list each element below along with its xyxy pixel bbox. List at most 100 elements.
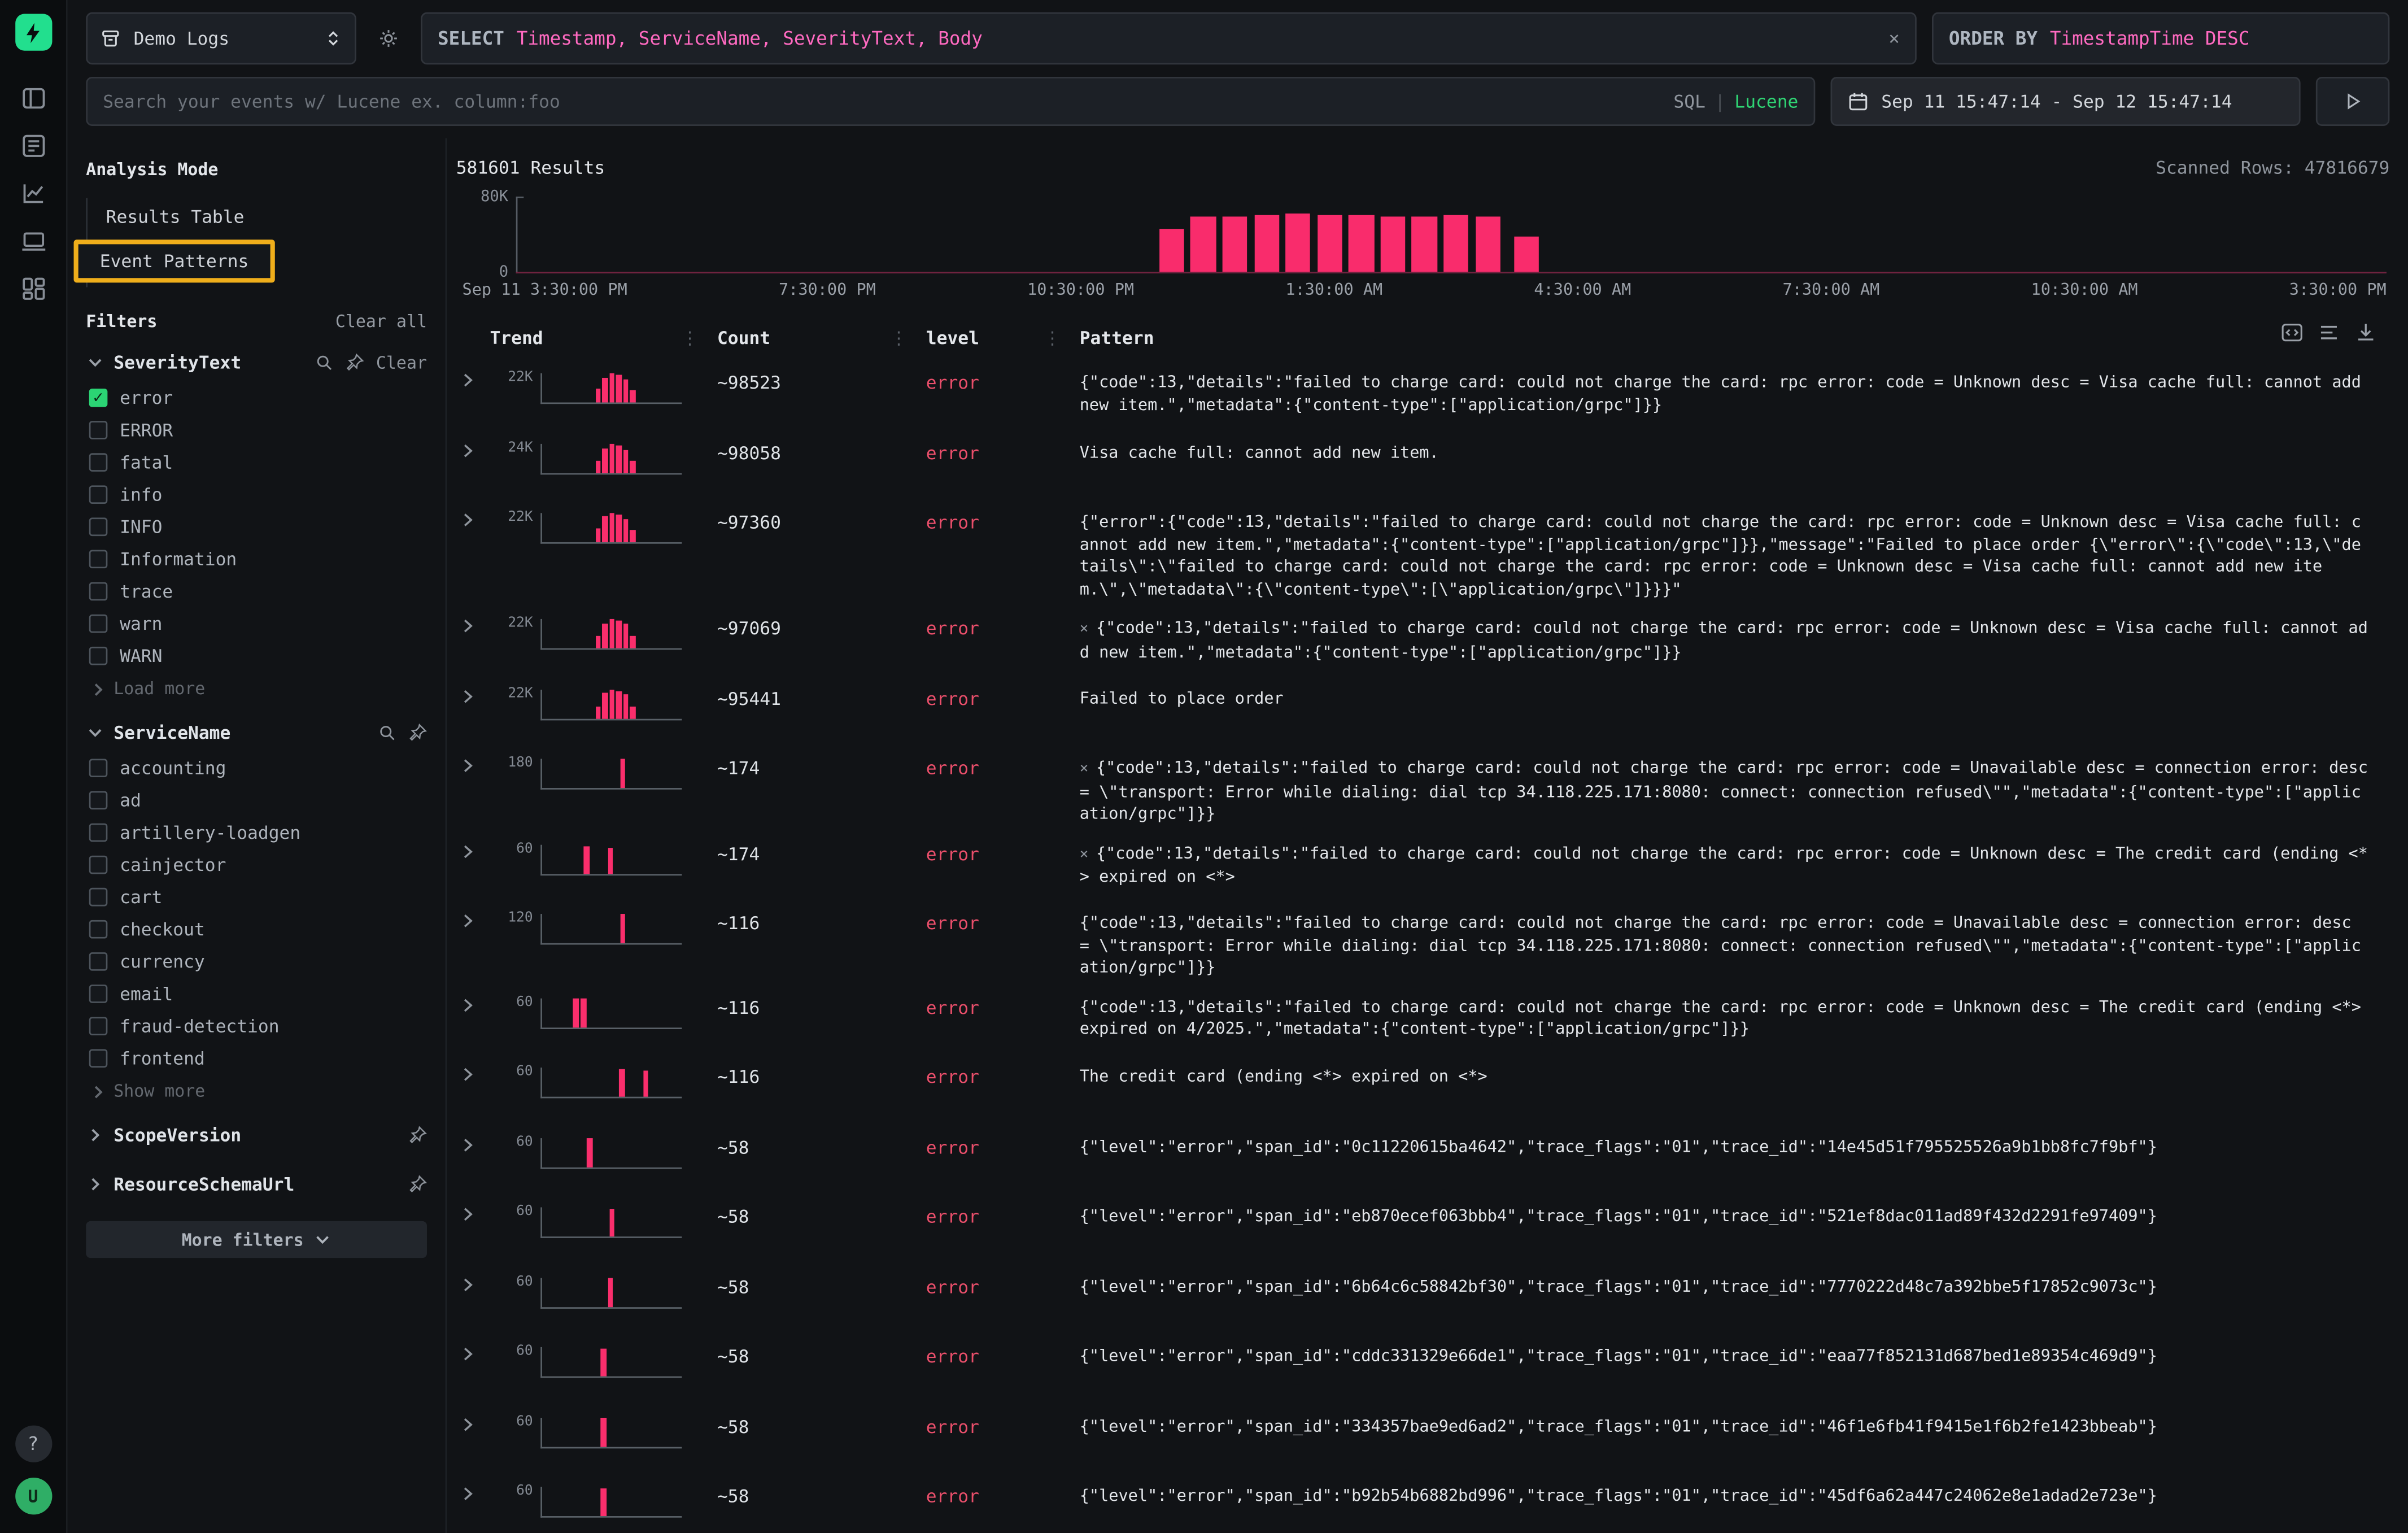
checkbox-frontend[interactable]	[89, 1048, 108, 1067]
filter-option[interactable]: fatal	[86, 446, 427, 478]
query-language-toggle[interactable]: SQL | Lucene	[1673, 90, 1798, 112]
help-button[interactable]: ?	[15, 1426, 51, 1462]
pattern-text[interactable]: {"level":"error","span_id":"334357bae9ed…	[1080, 1412, 2378, 1438]
pattern-text[interactable]: {"code":13,"details":"failed to charge c…	[1080, 993, 2378, 1040]
filter-option[interactable]: cainjector	[86, 848, 427, 880]
pattern-text[interactable]: {"level":"error","span_id":"b92b54b6882b…	[1080, 1482, 2378, 1508]
app-logo[interactable]	[15, 14, 51, 50]
column-header-count[interactable]: Count⋮	[717, 327, 926, 349]
histogram-bar[interactable]	[1380, 216, 1405, 272]
checkbox-info[interactable]	[89, 485, 108, 503]
histogram-bar[interactable]	[1514, 236, 1539, 272]
checkbox-ad[interactable]	[89, 790, 108, 809]
checkbox-accounting[interactable]	[89, 758, 108, 777]
search-icon[interactable]	[315, 353, 333, 372]
pin-icon[interactable]	[346, 353, 364, 372]
pattern-text[interactable]: ×{"code":13,"details":"failed to charge …	[1080, 839, 2378, 889]
monitor-icon[interactable]	[19, 227, 47, 255]
dashboards-icon[interactable]	[19, 275, 47, 303]
row-expand-chevron[interactable]	[459, 1343, 490, 1367]
row-expand-chevron[interactable]	[459, 615, 490, 639]
filter-option[interactable]: ✓error	[86, 381, 427, 413]
dismiss-x-icon[interactable]: ×	[1080, 760, 1089, 777]
row-expand-chevron[interactable]	[459, 1273, 490, 1297]
row-expand-chevron[interactable]	[459, 369, 490, 394]
show-more-button[interactable]: Show more	[86, 1074, 427, 1104]
source-select[interactable]: Demo Logs	[86, 12, 356, 64]
checkbox-currency[interactable]	[89, 952, 108, 970]
checkbox-cart[interactable]	[89, 887, 108, 905]
search-input[interactable]	[103, 90, 1673, 112]
dismiss-x-icon[interactable]: ×	[1080, 846, 1089, 863]
download-icon[interactable]	[2354, 321, 2378, 344]
histogram-bar[interactable]	[1317, 215, 1342, 272]
histogram-bar[interactable]	[1475, 216, 1500, 272]
pattern-text[interactable]: {"level":"error","span_id":"0c11220615ba…	[1080, 1133, 2378, 1159]
row-expand-chevron[interactable]	[459, 754, 490, 779]
column-header-trend[interactable]: Trend⋮	[490, 327, 717, 349]
search-icon[interactable]	[378, 724, 396, 742]
filter-group-header[interactable]: ServiceName	[86, 711, 427, 751]
column-menu-icon[interactable]: ⋮	[1044, 327, 1080, 349]
filter-option[interactable]: INFO	[86, 510, 427, 542]
pin-icon[interactable]	[408, 724, 427, 742]
column-header-level[interactable]: level⋮	[926, 327, 1080, 349]
filter-option[interactable]: currency	[86, 944, 427, 977]
sql-select-input[interactable]: SELECT Timestamp, ServiceName, SeverityT…	[421, 12, 1917, 64]
run-query-button[interactable]	[2316, 77, 2390, 126]
histogram-bar[interactable]	[1254, 215, 1279, 272]
checkbox-fraud-detection[interactable]	[89, 1016, 108, 1035]
pattern-text[interactable]: {"error":{"code":13,"details":"failed to…	[1080, 508, 2378, 600]
analysis-mode-event-patterns[interactable]: Event Patterns	[74, 239, 275, 282]
pin-icon[interactable]	[408, 1126, 427, 1144]
pattern-text[interactable]: {"code":13,"details":"failed to charge c…	[1080, 369, 2378, 416]
row-expand-chevron[interactable]	[459, 1133, 490, 1158]
pattern-text[interactable]: Visa cache full: cannot add new item.	[1080, 438, 2378, 464]
order-by-input[interactable]: ORDER BY TimestampTime DESC	[1932, 12, 2389, 64]
column-menu-icon[interactable]: ⋮	[681, 327, 717, 349]
filter-option[interactable]: warn	[86, 607, 427, 639]
checkbox-email[interactable]	[89, 984, 108, 1003]
row-expand-chevron[interactable]	[459, 909, 490, 934]
histogram-bar[interactable]	[1285, 214, 1310, 272]
filter-group-clear-button[interactable]: Clear	[376, 352, 427, 372]
row-expand-chevron[interactable]	[459, 438, 490, 463]
filter-option[interactable]: cart	[86, 880, 427, 912]
histogram-bar[interactable]	[1190, 217, 1215, 272]
pattern-text[interactable]: {"level":"error","span_id":"eb870ecef063…	[1080, 1203, 2378, 1228]
sidebar-toggle-icon[interactable]	[19, 85, 47, 112]
filter-option[interactable]: artillery-loadgen	[86, 816, 427, 848]
checkbox-INFO[interactable]	[89, 517, 108, 535]
checkbox-ERROR[interactable]	[89, 420, 108, 439]
row-expand-chevron[interactable]	[459, 684, 490, 709]
filter-option[interactable]: Information	[86, 542, 427, 574]
column-menu-icon[interactable]: ⋮	[890, 327, 926, 349]
dismiss-x-icon[interactable]: ×	[1080, 621, 1089, 638]
row-expand-chevron[interactable]	[459, 839, 490, 864]
mode-sql-label[interactable]: SQL	[1673, 90, 1705, 112]
logs-search-icon[interactable]	[19, 132, 47, 160]
row-expand-chevron[interactable]	[459, 1482, 490, 1507]
analysis-mode-results-table[interactable]: Results Table	[88, 198, 427, 235]
pattern-text[interactable]: ×{"code":13,"details":"failed to charge …	[1080, 754, 2378, 825]
histogram-bar[interactable]	[1443, 215, 1468, 272]
filter-option[interactable]: trace	[86, 574, 427, 607]
chart-icon[interactable]	[19, 180, 47, 207]
filter-option[interactable]: ERROR	[86, 413, 427, 446]
histogram-bar[interactable]	[1349, 215, 1373, 272]
histogram-bar[interactable]	[1412, 216, 1437, 272]
checkbox-Information[interactable]	[89, 549, 108, 568]
pin-icon[interactable]	[408, 1175, 427, 1194]
row-expand-chevron[interactable]	[459, 993, 490, 1018]
time-range-picker[interactable]: Sep 11 15:47:14 - Sep 12 15:47:14	[1831, 77, 2301, 126]
pattern-text[interactable]: {"code":13,"details":"failed to charge c…	[1080, 909, 2378, 979]
histogram-bar[interactable]	[1159, 229, 1184, 272]
filter-group-header[interactable]: ScopeVersion	[86, 1114, 427, 1154]
pattern-text[interactable]: ×{"code":13,"details":"failed to charge …	[1080, 615, 2378, 664]
filter-option[interactable]: frontend	[86, 1042, 427, 1074]
filter-option[interactable]: fraud-detection	[86, 1009, 427, 1042]
checkbox-checkout[interactable]	[89, 920, 108, 938]
pattern-text[interactable]: {"level":"error","span_id":"6b64c6c58842…	[1080, 1273, 2378, 1298]
more-filters-button[interactable]: More filters	[86, 1221, 427, 1258]
pattern-text[interactable]: Failed to place order	[1080, 684, 2378, 709]
